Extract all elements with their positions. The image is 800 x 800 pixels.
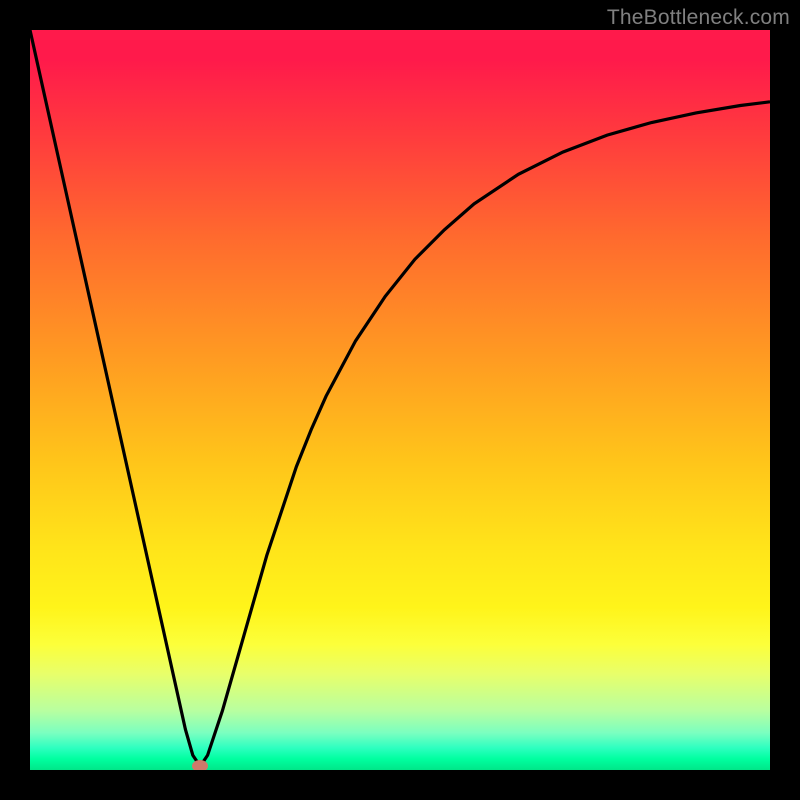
watermark-label: TheBottleneck.com xyxy=(607,6,790,30)
minimum-marker xyxy=(192,760,208,770)
chart-frame: TheBottleneck.com xyxy=(0,0,800,800)
curve-svg xyxy=(30,30,770,770)
bottleneck-curve xyxy=(30,30,770,766)
plot-area xyxy=(30,30,770,770)
